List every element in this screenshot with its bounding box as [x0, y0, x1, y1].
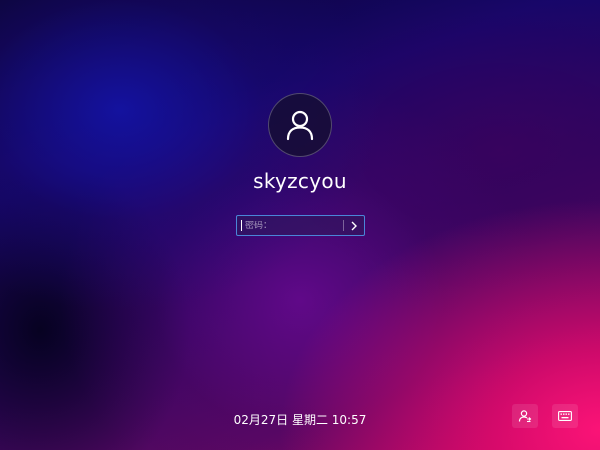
user-switch-icon [518, 410, 532, 423]
login-submit-button[interactable] [344, 216, 364, 235]
password-input[interactable] [242, 220, 343, 231]
password-field[interactable] [236, 215, 365, 236]
date-time: 02月27日 星期二 10:57 [233, 413, 367, 427]
username: skyzcyou [253, 169, 347, 193]
keyboard-icon [558, 411, 572, 421]
login-screen: skyzcyou 02月27日 星期二 10:57 [0, 0, 600, 450]
user-avatar-icon [286, 110, 314, 141]
user-avatar[interactable] [268, 93, 332, 157]
chevron-right-icon [351, 221, 357, 230]
switch-user-button[interactable] [512, 404, 538, 428]
keyboard-layout-button[interactable] [552, 404, 578, 428]
